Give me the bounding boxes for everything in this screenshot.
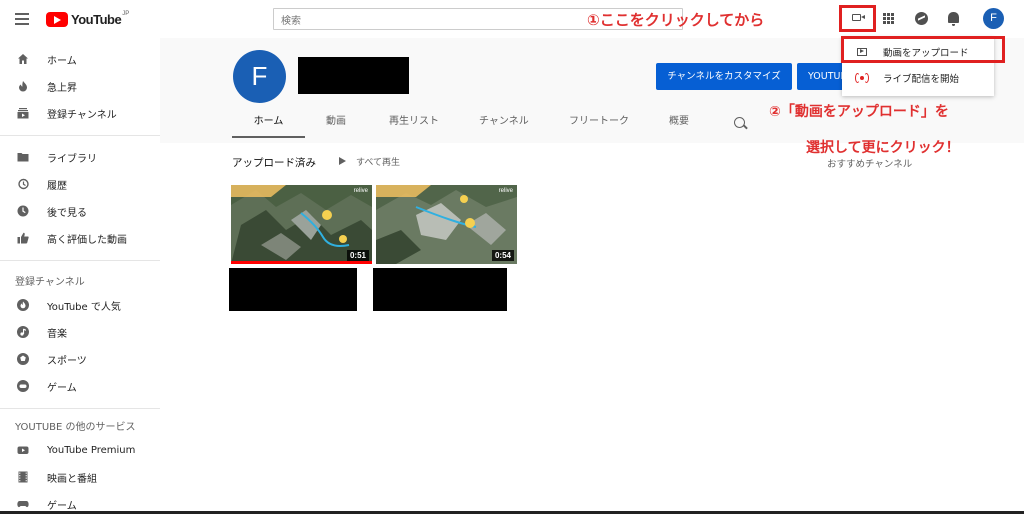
play-all-label: すべて再生 — [356, 157, 401, 168]
sidebar-item-label: 後で見る — [47, 207, 87, 219]
sidebar-item-gaming[interactable]: ゲーム — [0, 373, 160, 399]
movies-icon — [18, 471, 28, 483]
account-avatar[interactable]: F — [983, 8, 1004, 29]
sidebar-divider — [0, 408, 160, 409]
youtube-play-icon — [46, 11, 68, 27]
sports-icon — [17, 353, 29, 365]
customize-channel-button[interactable]: チャンネルをカスタマイズ — [656, 63, 792, 90]
logo-text: YouTube — [71, 11, 122, 27]
go-live-icon — [855, 72, 869, 83]
youtube-studio-button[interactable]: YOUTUBE — [797, 63, 845, 90]
play-icon — [339, 157, 346, 165]
sidebar-item-music[interactable]: 音楽 — [0, 319, 160, 345]
home-icon — [18, 54, 28, 64]
upload-menu-item-highlight — [841, 36, 1005, 63]
notifications-bell-icon[interactable] — [948, 12, 959, 26]
subscriptions-heading: 登録チャンネル — [15, 277, 85, 288]
watch-later-icon — [17, 205, 29, 217]
annotation-step2-line2: 選択して更にクリック！ — [806, 140, 960, 156]
video-thumbnail[interactable]: relive 0:51 — [231, 185, 372, 264]
channel-avatar[interactable]: F — [233, 50, 286, 103]
gaming-icon — [17, 380, 29, 392]
hamburger-menu-icon[interactable] — [15, 13, 29, 25]
sidebar-item-library[interactable]: ライブラリ — [0, 144, 160, 170]
sidebar-divider — [0, 260, 160, 261]
redacted-video-title — [373, 268, 507, 311]
sidebar-item-label: ゲーム — [47, 500, 77, 512]
subscriptions-icon — [17, 108, 29, 119]
play-all-button[interactable]: すべて再生 — [339, 154, 400, 168]
relive-watermark: relive — [353, 188, 368, 194]
more-services-heading: YOUTUBE の他のサービス — [15, 422, 136, 433]
sidebar-item-sports[interactable]: スポーツ — [0, 346, 160, 372]
top-bar: YouTube JP ①ここをクリックしてから F — [0, 0, 1024, 38]
sidebar-item-label: スポーツ — [47, 355, 87, 367]
sidebar-item-label: ライブラリ — [47, 153, 97, 165]
sidebar-item-label: ゲーム — [47, 382, 77, 394]
messages-icon[interactable] — [915, 12, 928, 25]
sidebar-item-movies[interactable]: 映画と番組 — [0, 464, 160, 490]
tab-channels[interactable]: チャンネル — [479, 110, 529, 138]
youtube-logo[interactable]: YouTube JP — [46, 10, 129, 28]
annotation-step2-line1: ②「動画をアップロード」を — [769, 104, 949, 120]
sidebar-item-subscriptions[interactable]: 登録チャンネル — [0, 100, 160, 126]
recommended-channels-heading: おすすめチャンネル — [827, 159, 913, 170]
tab-videos[interactable]: 動画 — [326, 110, 346, 138]
sidebar-item-label: 映画と番組 — [47, 473, 97, 485]
redacted-channel-name — [298, 57, 409, 94]
history-icon — [18, 178, 29, 190]
tab-about[interactable]: 概要 — [669, 110, 689, 138]
apps-grid-icon[interactable] — [883, 13, 894, 24]
menu-item-label: ライブ配信を開始 — [883, 73, 960, 85]
create-video-icon[interactable] — [852, 14, 865, 21]
logo-region: JP — [122, 11, 130, 17]
sidebar-item-popular[interactable]: YouTube で人気 — [0, 292, 160, 318]
video-thumbnail[interactable]: relive 0:54 — [376, 185, 517, 264]
premium-icon — [17, 446, 29, 454]
sidebar-item-label: 急上昇 — [47, 82, 77, 94]
sidebar-item-label: 登録チャンネル — [47, 109, 117, 121]
watch-progress-bar — [231, 261, 372, 264]
sidebar-item-home[interactable]: ホーム — [0, 46, 160, 72]
uploads-section-title: アップロード済み — [232, 157, 316, 169]
sidebar-divider — [0, 135, 160, 136]
sidebar-item-label: 履歴 — [47, 180, 67, 192]
menu-item-go-live[interactable]: ライブ配信を開始 — [842, 66, 994, 89]
sidebar-item-liked-videos[interactable]: 高く評価した動画 — [0, 225, 160, 251]
sidebar-item-label: 高く評価した動画 — [47, 234, 127, 246]
sidebar-item-label: 音楽 — [47, 328, 67, 340]
music-icon — [17, 326, 29, 338]
tab-discussion[interactable]: フリートーク — [569, 110, 629, 138]
video-duration: 0:51 — [346, 250, 369, 261]
relive-watermark: relive — [498, 188, 513, 194]
popular-icon — [17, 299, 29, 311]
sidebar-item-label: YouTube で人気 — [47, 301, 121, 313]
sidebar-item-trending[interactable]: 急上昇 — [0, 73, 160, 99]
sidebar: ホーム 急上昇 登録チャンネル ライブラリ 履歴 後で見る 高く評価した動画 登… — [0, 38, 160, 514]
annotation-step1: ①ここをクリックしてから — [587, 11, 765, 29]
tab-home[interactable]: ホーム — [232, 110, 305, 138]
redacted-video-title — [229, 268, 357, 311]
video-duration: 0:54 — [491, 250, 514, 261]
sidebar-item-label: ホーム — [47, 55, 77, 67]
channel-search-icon[interactable] — [734, 117, 745, 128]
tab-playlists[interactable]: 再生リスト — [389, 110, 439, 138]
gaming-controller-icon — [17, 501, 29, 508]
sidebar-item-label: YouTube Premium — [47, 444, 136, 456]
trending-icon — [19, 81, 27, 92]
thumbs-up-icon — [17, 232, 29, 244]
library-icon — [17, 153, 29, 162]
sidebar-item-premium[interactable]: YouTube Premium — [0, 437, 160, 463]
sidebar-item-watch-later[interactable]: 後で見る — [0, 198, 160, 224]
sidebar-item-history[interactable]: 履歴 — [0, 171, 160, 197]
